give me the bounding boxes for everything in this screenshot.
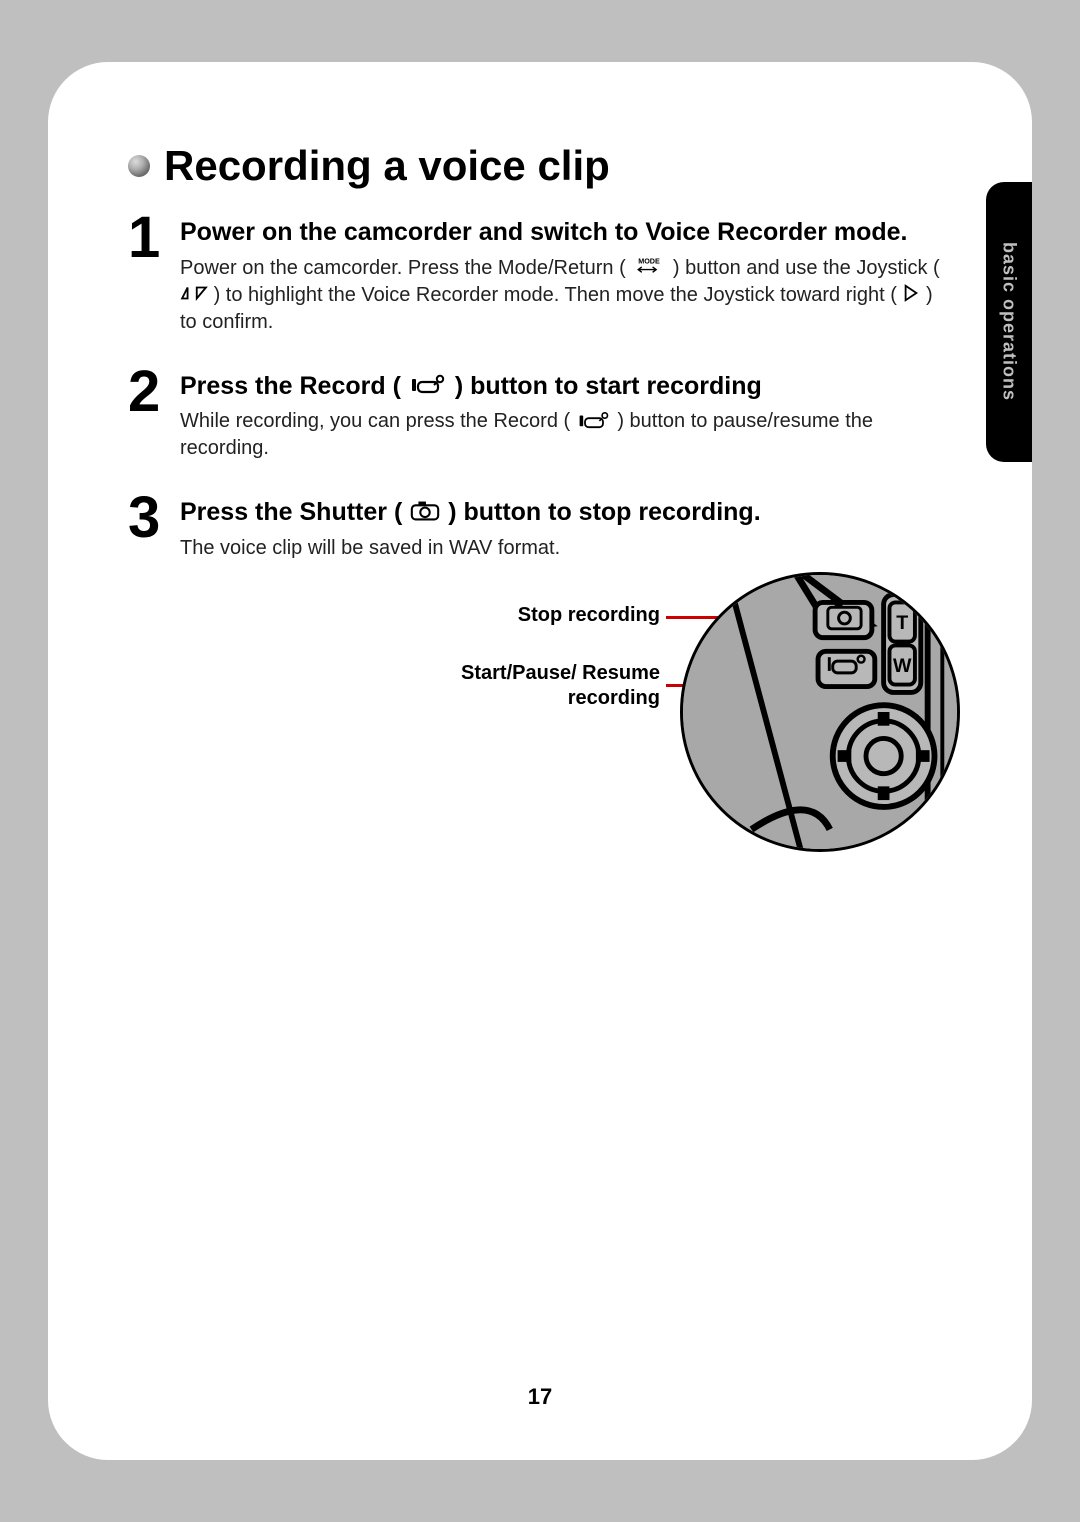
step-text: The voice clip will be saved in WAV form… <box>180 535 942 562</box>
step-1: 1 Power on the camcorder and switch to V… <box>128 212 942 336</box>
bullet-icon <box>128 155 150 177</box>
manual-page: basic operations Recording a voice clip … <box>48 62 1032 1460</box>
svg-text:MODE: MODE <box>639 257 661 266</box>
step-body: Power on the camcorder and switch to Voi… <box>180 212 942 336</box>
section-tab-label: basic operations <box>999 242 1020 401</box>
head-part: Press the Shutter ( <box>180 498 402 526</box>
zoom-rocker-graphic: T W <box>884 594 921 692</box>
text-part: Power on the camcorder. Press the Mode/R… <box>180 257 626 279</box>
step-body: Press the Shutter ( ) button to stop rec… <box>180 492 942 562</box>
head-part: ) button to stop recording. <box>448 498 760 526</box>
record-icon <box>408 371 448 397</box>
shutter-icon <box>409 497 441 523</box>
device-illustration: T W <box>680 572 960 852</box>
head-part: Press the Record ( <box>180 372 401 400</box>
page-content: Recording a voice clip 1 Power on the ca… <box>48 62 1032 892</box>
text-part: While recording, you can press the Recor… <box>180 410 570 432</box>
step-number: 1 <box>128 212 180 264</box>
step-number: 3 <box>128 492 180 544</box>
page-title: Recording a voice clip <box>164 142 610 190</box>
record-button-graphic <box>818 651 875 686</box>
label-stop-recording: Stop recording <box>400 604 660 627</box>
step-heading: Press the Shutter ( ) button to stop rec… <box>180 496 942 529</box>
page-number: 17 <box>48 1384 1032 1410</box>
diagram-labels: Stop recording Start/Pause/ Resume recor… <box>400 604 660 711</box>
shutter-button-graphic <box>815 602 872 637</box>
device-diagram: Stop recording Start/Pause/ Resume recor… <box>180 592 942 892</box>
step-heading: Press the Record ( ) button to start rec… <box>180 370 942 403</box>
text-part: ) button and use the Joystick ( <box>673 257 940 279</box>
svg-text:W: W <box>893 654 912 676</box>
section-tab: basic operations <box>986 182 1032 462</box>
step-body: Press the Record ( ) button to start rec… <box>180 366 942 463</box>
label-start-pause-resume: Start/Pause/ Resume recording <box>400 661 660 711</box>
step-text: While recording, you can press the Recor… <box>180 408 942 462</box>
step-2: 2 Press the Record ( ) button to start r… <box>128 366 942 463</box>
mode-return-icon: MODE <box>631 255 667 277</box>
head-part: ) button to start recording <box>455 372 762 400</box>
title-row: Recording a voice clip <box>128 142 942 190</box>
record-icon <box>576 409 612 431</box>
up-down-triangle-icon <box>180 282 208 304</box>
svg-text:T: T <box>896 611 908 633</box>
joystick-graphic <box>833 705 935 807</box>
device-svg: T W <box>683 575 957 849</box>
step-number: 2 <box>128 366 180 418</box>
text-part: ) to highlight the Voice Recorder mode. … <box>214 284 897 306</box>
step-heading: Power on the camcorder and switch to Voi… <box>180 216 942 249</box>
step-3: 3 Press the Shutter ( ) button to stop r… <box>128 492 942 562</box>
step-text: Power on the camcorder. Press the Mode/R… <box>180 255 942 336</box>
right-triangle-icon <box>902 282 920 304</box>
